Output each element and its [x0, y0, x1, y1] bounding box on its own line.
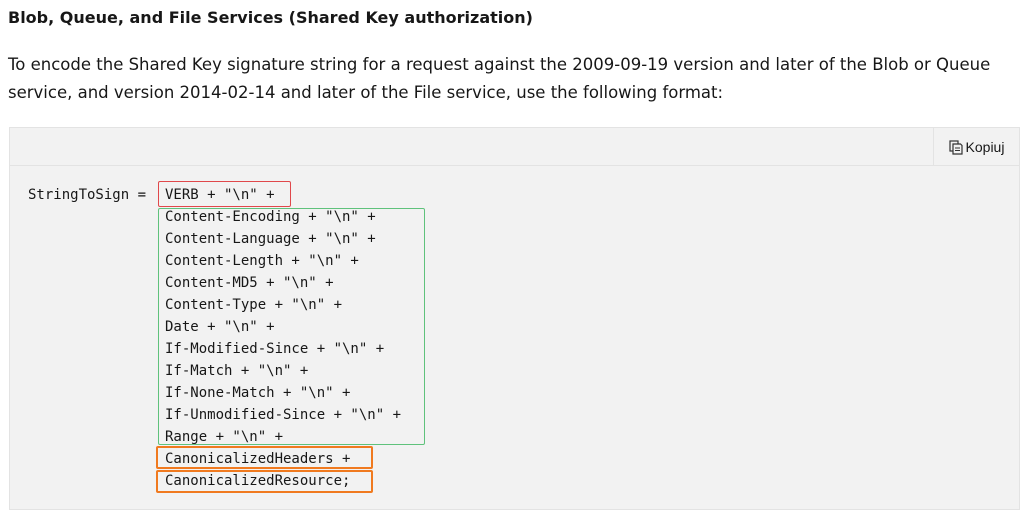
copy-button-label: Kopiuj — [965, 139, 1005, 155]
canonicalized-headers-highlight-box — [156, 446, 373, 469]
intro-paragraph-line-2: service, and version 2014-02-14 and late… — [8, 83, 724, 102]
intro-paragraph: To encode the Shared Key signature strin… — [8, 51, 1018, 107]
copy-button[interactable]: Kopiuj — [933, 128, 1019, 166]
copy-icon — [948, 139, 963, 155]
code-block: Kopiuj StringToSign = VERB + "\n" + Cont… — [9, 127, 1020, 510]
standard-headers-highlight-box — [158, 208, 425, 445]
canonicalized-resource-highlight-box — [156, 470, 373, 493]
verb-highlight-box — [158, 181, 291, 207]
code-block-header: Kopiuj — [10, 128, 1019, 166]
code-prefix: StringToSign = — [28, 187, 155, 203]
section-heading: Blob, Queue, and File Services (Shared K… — [8, 8, 533, 27]
intro-paragraph-line-1: To encode the Shared Key signature strin… — [8, 55, 991, 74]
